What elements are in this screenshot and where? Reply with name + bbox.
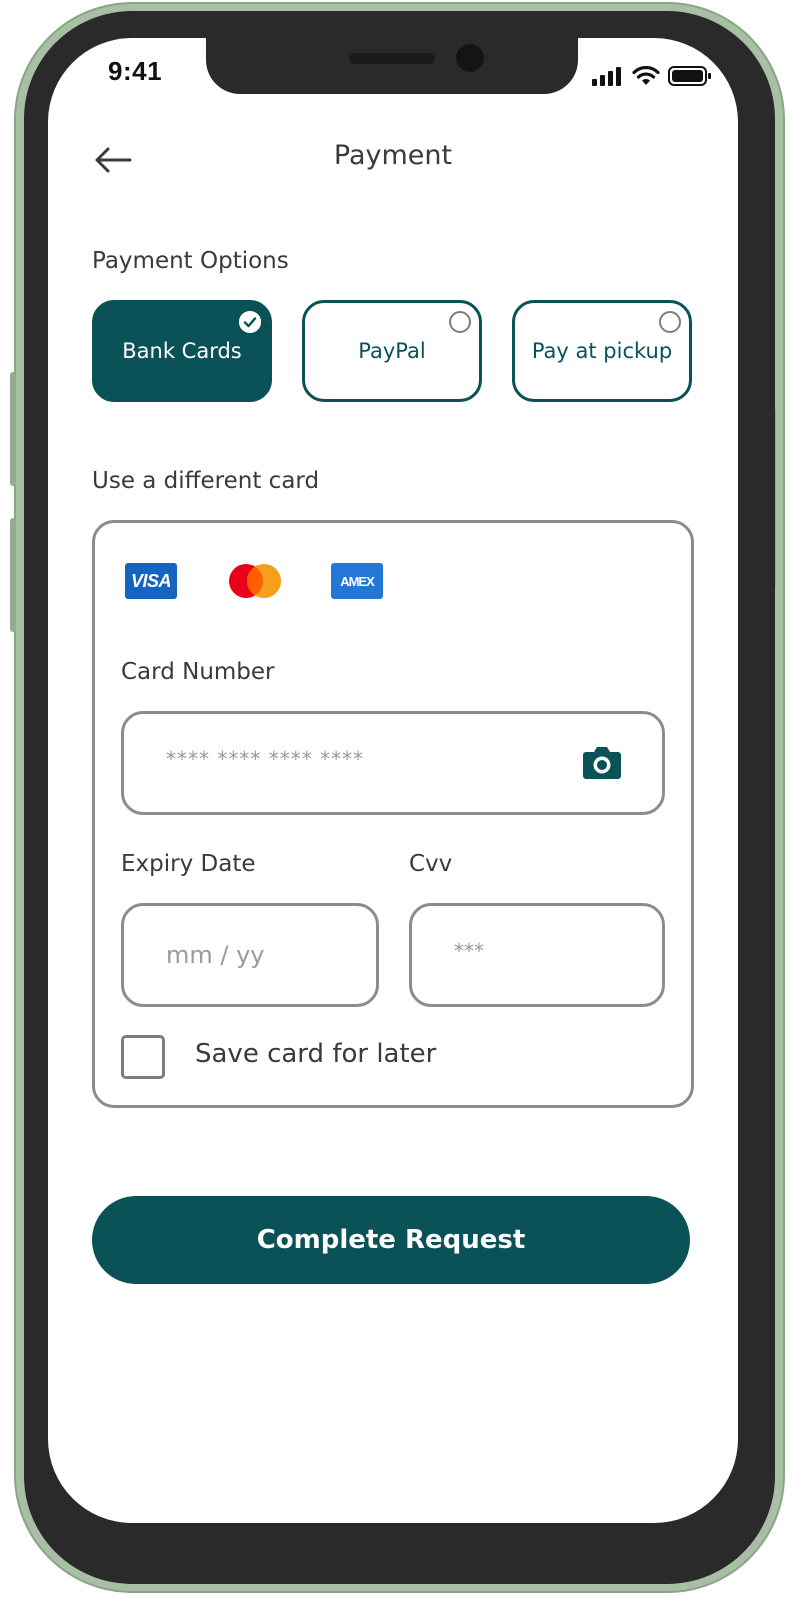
front-camera — [456, 44, 484, 72]
complete-request-label: Complete Request — [256, 1225, 526, 1255]
side-button-volume — [10, 518, 16, 632]
payment-option-label: PayPal — [358, 339, 426, 363]
card-number-placeholder: **** **** **** **** — [166, 747, 365, 771]
notch — [206, 38, 578, 94]
speaker-grille — [349, 53, 435, 64]
status-time: 9:41 — [108, 56, 163, 86]
radio-unchecked-icon — [659, 311, 681, 333]
radio-unchecked-icon — [449, 311, 471, 333]
expiry-date-input[interactable]: mm / yy — [121, 903, 379, 1007]
save-card-checkbox[interactable] — [121, 1035, 165, 1079]
cvv-placeholder: *** — [454, 939, 484, 963]
payment-option-pay-at-pickup[interactable]: Pay at pickup — [512, 300, 692, 402]
side-button-mute — [10, 372, 16, 486]
card-number-input[interactable]: **** **** **** **** — [121, 711, 665, 815]
payment-option-paypal[interactable]: PayPal — [302, 300, 482, 402]
scan-card-button[interactable] — [582, 744, 622, 780]
payment-option-label: Bank Cards — [122, 339, 242, 363]
cvv-input[interactable]: *** — [409, 903, 665, 1007]
complete-request-button[interactable]: Complete Request — [92, 1196, 690, 1284]
expiry-date-label: Expiry Date — [121, 851, 256, 877]
different-card-label: Use a different card — [92, 468, 320, 494]
phone-screen: 9:41 Payment Payment Options Bank Cards — [48, 38, 738, 1523]
mastercard-icon — [229, 564, 281, 598]
page-title: Payment — [333, 140, 453, 171]
visa-logo[interactable]: VISA — [125, 563, 177, 599]
signal-icon — [592, 67, 621, 86]
radio-checked-icon — [239, 311, 261, 333]
card-number-label: Card Number — [121, 659, 275, 685]
amex-logo[interactable]: AMEX — [331, 563, 383, 599]
camera-icon — [583, 747, 621, 779]
battery-icon — [668, 66, 711, 86]
payment-option-label: Pay at pickup — [531, 339, 673, 363]
cvv-label: Cvv — [409, 851, 453, 877]
visa-logo-text: VISA — [130, 570, 172, 591]
amex-logo-text: AMEX — [340, 573, 375, 589]
payment-options-label: Payment Options — [92, 248, 289, 274]
status-icons — [592, 64, 712, 88]
wifi-icon — [632, 66, 660, 85]
payment-option-bank-cards[interactable]: Bank Cards — [92, 300, 272, 402]
card-form: VISA AMEX Card Number **** **** **** ***… — [92, 520, 694, 1108]
mastercard-logo[interactable] — [225, 563, 285, 599]
expiry-placeholder: mm / yy — [166, 941, 265, 969]
save-card-label[interactable]: Save card for later — [195, 1039, 436, 1069]
